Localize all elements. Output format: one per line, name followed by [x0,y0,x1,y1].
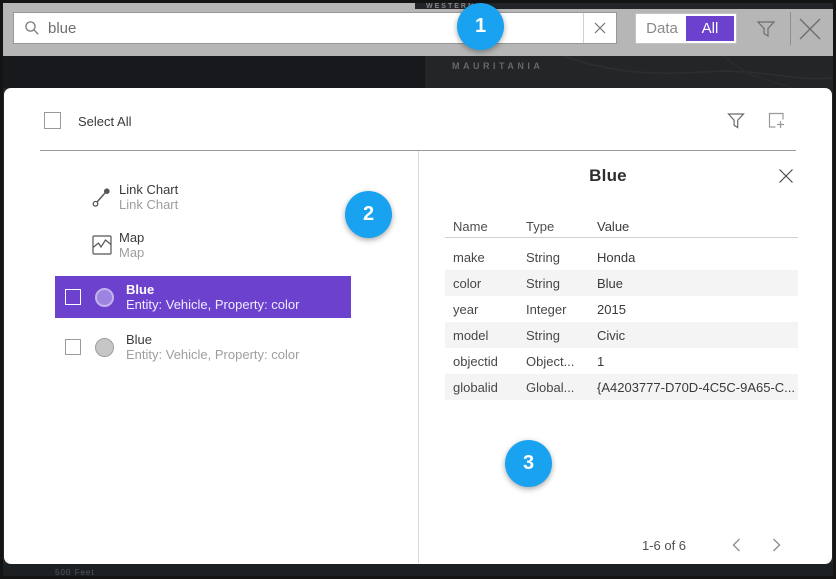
search-toolbar: Data All [3,3,833,56]
select-all-checkbox[interactable] [44,112,61,129]
callout-badge-3: 3 [505,440,552,487]
result-item-blue-selected[interactable]: Blue Entity: Vehicle, Property: color [55,276,351,318]
table-row: objectid Object... 1 [445,348,798,374]
clear-search-button[interactable] [583,13,616,43]
table-header-rule [445,237,798,238]
close-icon [797,15,823,43]
cell-type: String [526,276,597,291]
cell-value: Blue [597,276,798,291]
map-background: MAURITANIA [3,56,833,88]
result-title: Blue [126,332,299,347]
cell-type: Integer [526,302,597,317]
callout-badge-1: 1 [457,3,504,50]
clear-icon [594,22,606,34]
close-search-button[interactable] [797,15,823,48]
cell-name: model [453,328,526,343]
result-subtitle: Entity: Vehicle, Property: color [126,347,299,362]
scope-option-data[interactable]: Data [638,16,686,41]
pagination-next-button[interactable] [772,538,781,557]
add-to-selection-button[interactable] [766,110,787,136]
result-subtitle: Map [119,245,144,260]
filter-icon [726,110,746,132]
table-row: year Integer 2015 [445,296,798,322]
cell-name: globalid [453,380,526,395]
table-body: make String Honda color String Blue year… [445,244,798,400]
result-subtitle: Entity: Vehicle, Property: color [126,297,299,312]
result-checkbox[interactable] [65,289,81,305]
detail-title: Blue [418,166,798,186]
result-checkbox[interactable] [65,339,81,355]
cell-value: Civic [597,328,798,343]
cell-name: color [453,276,526,291]
cell-value: 2015 [597,302,798,317]
result-title: Map [119,230,144,245]
entity-circle-icon [95,288,114,307]
properties-table: Name Type Value make String Honda color … [445,215,798,400]
cell-value: {A4203777-D70D-4C5C-9A65-C... [597,380,798,395]
results-filter-button[interactable] [726,110,746,137]
cell-value: 1 [597,354,798,369]
add-selection-icon [766,110,787,131]
search-results-modal: Select All Link Chart Link Chart [4,88,832,564]
chevron-left-icon [732,538,741,552]
cell-type: Object... [526,354,597,369]
pagination-prev-button[interactable] [732,538,741,557]
result-title: Link Chart [119,182,178,197]
result-item-blue[interactable]: Blue Entity: Vehicle, Property: color [55,326,351,368]
column-header-type: Type [526,219,597,234]
filter-icon [755,17,777,41]
column-header-value: Value [597,219,798,234]
result-item-map[interactable]: Map Map [55,224,351,266]
map-bottom-background: 500 Feet [3,564,833,576]
column-header-name: Name [453,219,526,234]
table-row: model String Civic [445,322,798,348]
result-subtitle: Link Chart [119,197,178,212]
result-title: Blue [126,282,299,297]
search-icon [14,20,48,36]
select-all-label: Select All [78,114,131,129]
cell-name: objectid [453,354,526,369]
entity-circle-icon [95,338,114,357]
link-chart-icon [90,185,114,209]
filter-button[interactable] [755,17,777,46]
chevron-right-icon [772,538,781,552]
cell-type: Global... [526,380,597,395]
map-label-mauritania: MAURITANIA [452,61,543,71]
table-row: globalid Global... {A4203777-D70D-4C5C-9… [445,374,798,400]
cell-type: String [526,328,597,343]
detail-close-button[interactable] [778,168,794,189]
cell-value: Honda [597,250,798,265]
close-icon [778,168,794,184]
properties-table-header: Name Type Value [445,215,798,237]
pagination-range: 1-6 of 6 [604,538,724,553]
panel-divider [418,151,419,563]
search-box[interactable] [13,12,617,44]
map-boundary-lines [3,56,833,88]
map-scale-label: 500 Feet [55,568,95,576]
cell-name: year [453,302,526,317]
table-row: make String Honda [445,244,798,270]
map-icon [90,234,114,256]
search-scope-toggle: Data All [635,13,737,44]
toolbar-divider [790,12,791,45]
cell-type: String [526,250,597,265]
table-row: color String Blue [445,270,798,296]
callout-badge-2: 2 [345,191,392,238]
cell-name: make [453,250,526,265]
result-item-link-chart[interactable]: Link Chart Link Chart [55,176,351,218]
app-screenshot: WESTERN MAURITANIA 500 Feet Data All [0,0,836,579]
scope-option-all[interactable]: All [686,16,734,41]
